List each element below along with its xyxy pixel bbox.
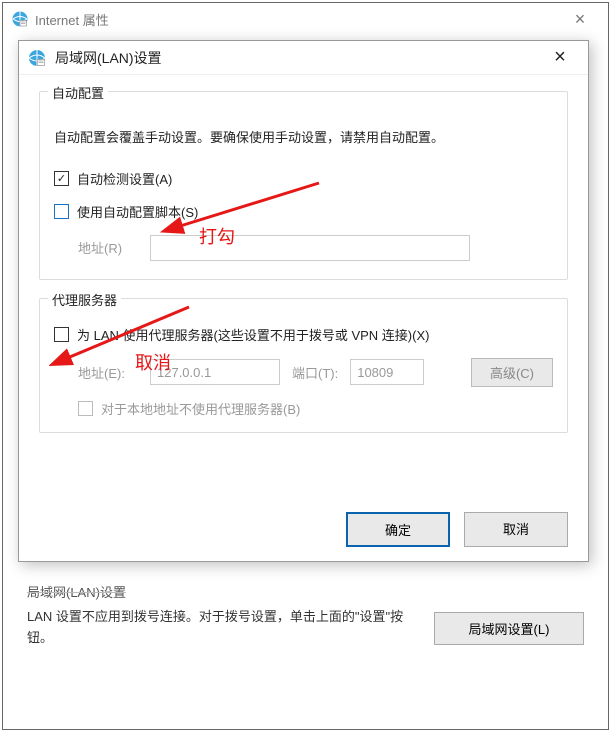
script-address-row: 地址(R) (78, 235, 553, 261)
use-script-checkbox[interactable] (54, 204, 69, 219)
proxy-address-label: 地址(E): (78, 363, 138, 382)
lan-section-desc: LAN 设置不应用到拨号连接。对于拨号设置，单击上面的"设置"按钮。 (27, 607, 418, 649)
parent-titlebar: Internet 属性 × (3, 3, 608, 35)
auto-config-desc: 自动配置会覆盖手动设置。要确保使用手动设置，请禁用自动配置。 (54, 128, 553, 149)
proxy-address-row: 地址(E): 端口(T): 高级(C) (78, 358, 553, 387)
auto-detect-checkbox[interactable]: ✓ (54, 171, 69, 186)
proxy-port-label: 端口(T): (292, 363, 338, 382)
bypass-local-checkbox[interactable] (78, 401, 93, 416)
lan-settings-section: 局域网(LAN)设置 LAN 设置不应用到拨号连接。对于拨号设置，单击上面的"设… (27, 582, 584, 649)
proxy-address-input[interactable] (150, 359, 280, 385)
use-proxy-row: 为 LAN 使用代理服务器(这些设置不用于拨号或 VPN 连接)(X) (54, 325, 553, 344)
use-proxy-checkbox[interactable] (54, 327, 69, 342)
dialog-close-button[interactable]: × (540, 46, 580, 69)
proxy-group: 代理服务器 为 LAN 使用代理服务器(这些设置不用于拨号或 VPN 连接)(X… (39, 298, 568, 433)
auto-config-group: 自动配置 自动配置会覆盖手动设置。要确保使用手动设置，请禁用自动配置。 ✓ 自动… (39, 91, 568, 280)
bypass-local-label: 对于本地地址不使用代理服务器(B) (101, 399, 300, 418)
lan-settings-button[interactable]: 局域网设置(L) (434, 612, 584, 645)
lan-globe-icon (27, 48, 47, 68)
auto-detect-row: ✓ 自动检测设置(A) (54, 169, 553, 188)
dialog-body: 自动配置 自动配置会覆盖手动设置。要确保使用手动设置，请禁用自动配置。 ✓ 自动… (19, 75, 588, 561)
use-proxy-label: 为 LAN 使用代理服务器(这些设置不用于拨号或 VPN 连接)(X) (77, 325, 429, 344)
ok-button[interactable]: 确定 (346, 512, 450, 547)
dialog-titlebar: 局域网(LAN)设置 × (19, 41, 588, 75)
lan-section-title: 局域网(LAN)设置 (27, 582, 584, 601)
parent-close-button[interactable]: × (560, 9, 600, 30)
use-script-label: 使用自动配置脚本(S) (77, 202, 198, 221)
script-address-label: 地址(R) (78, 238, 138, 257)
internet-options-icon (11, 10, 29, 28)
script-address-input[interactable] (150, 235, 470, 261)
bypass-local-row: 对于本地地址不使用代理服务器(B) (78, 399, 553, 418)
parent-window-title: Internet 属性 (35, 10, 560, 29)
auto-detect-label: 自动检测设置(A) (77, 169, 172, 188)
dialog-title: 局域网(LAN)设置 (55, 48, 540, 68)
proxy-legend: 代理服务器 (48, 290, 121, 309)
use-script-row: 使用自动配置脚本(S) (54, 202, 553, 221)
auto-config-legend: 自动配置 (48, 83, 108, 102)
proxy-port-input[interactable] (350, 359, 424, 385)
lan-settings-dialog: 局域网(LAN)设置 × 自动配置 自动配置会覆盖手动设置。要确保使用手动设置，… (18, 40, 589, 562)
dialog-footer: 确定 取消 (346, 512, 568, 547)
cancel-button[interactable]: 取消 (464, 512, 568, 547)
advanced-button[interactable]: 高级(C) (471, 358, 553, 387)
